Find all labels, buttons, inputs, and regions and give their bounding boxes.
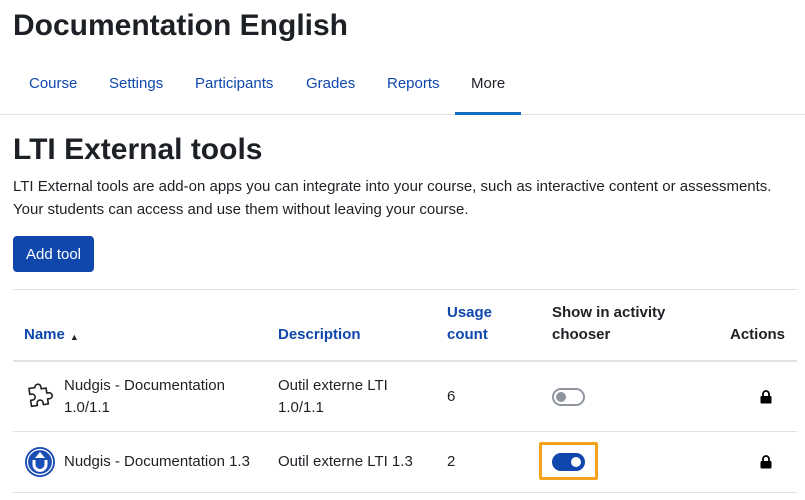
show-in-chooser-toggle[interactable] [552, 388, 585, 406]
tool-name-line-1: Nudgis - Documentation [64, 377, 225, 394]
column-header-usage-count[interactable]: Usage count [447, 302, 492, 346]
page-intro: LTI External tools are add-on apps you c… [13, 175, 803, 221]
intro-line-1: LTI External tools are add-on apps you c… [13, 178, 772, 195]
tool-description-line-1: Outil externe LTI [278, 377, 388, 394]
secondary-navigation: Course Settings Participants Grades Repo… [0, 55, 805, 115]
show-in-chooser-toggle[interactable] [552, 453, 585, 471]
column-header-actions: Actions [730, 326, 786, 343]
nav-tab-reports[interactable]: Reports [387, 55, 440, 114]
tool-name: Nudgis - Documentation 1.0/1.1 [64, 375, 225, 419]
table-row: Nudgis - Documentation 1.3 Outil externe… [13, 432, 797, 493]
tool-name-line-2: 1.0/1.1 [64, 399, 110, 416]
show-header-line-1: Show in activity [552, 304, 666, 321]
lti-tools-table: Name ▲ Description Usage count Show in ac… [13, 289, 797, 493]
sort-ascending-icon: ▲ [69, 332, 79, 342]
nav-tab-settings[interactable]: Settings [109, 55, 163, 114]
tool-description: Outil externe LTI 1.0/1.1 [278, 375, 388, 419]
nav-tab-grades[interactable]: Grades [306, 55, 355, 114]
add-tool-button[interactable]: Add tool [13, 236, 94, 272]
intro-line-2: Your students can access and use them wi… [13, 201, 469, 218]
usage-header-line-1: Usage [447, 304, 493, 321]
column-header-description[interactable]: Description [278, 324, 361, 346]
toggle-knob [571, 457, 581, 467]
course-title: Documentation English [13, 9, 349, 42]
nav-tab-more-label: More [471, 75, 506, 92]
toggle-knob [556, 392, 566, 402]
column-header-name[interactable]: Name ▲ [24, 324, 79, 346]
tool-description: Outil externe LTI 1.3 [278, 453, 413, 470]
column-header-show-in-chooser: Show in activity chooser [552, 302, 665, 346]
puzzle-piece-icon [28, 383, 53, 408]
show-header-line-2: chooser [552, 326, 611, 343]
nudgis-logo-icon [25, 447, 55, 477]
nav-tab-more[interactable]: More [455, 55, 522, 115]
page-title: LTI External tools [13, 133, 263, 166]
tool-usage-count: 2 [447, 453, 456, 470]
table-header-row: Name ▲ Description Usage count Show in ac… [13, 290, 797, 362]
nav-tab-participants[interactable]: Participants [195, 55, 273, 114]
lock-icon [760, 390, 772, 404]
tool-description-line-2: 1.0/1.1 [278, 399, 324, 416]
tool-name: Nudgis - Documentation 1.3 [64, 453, 250, 470]
lock-icon [760, 455, 772, 469]
column-header-name-label: Name [24, 326, 65, 343]
nav-tab-course[interactable]: Course [29, 55, 77, 114]
tool-usage-count: 6 [447, 388, 456, 405]
active-tab-indicator [455, 112, 522, 115]
table-row: Nudgis - Documentation 1.0/1.1 Outil ext… [13, 362, 797, 432]
usage-header-line-2: count [447, 326, 488, 343]
